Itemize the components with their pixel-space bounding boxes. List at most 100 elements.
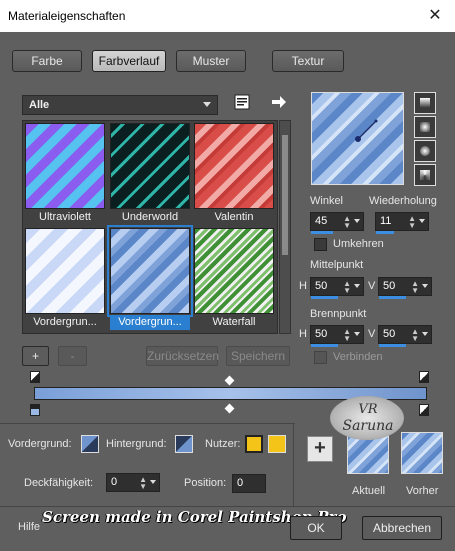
slider-fill <box>311 296 338 299</box>
arrow-right-icon[interactable] <box>271 95 287 109</box>
gradient-tile-vordergrund-2[interactable]: Vordergrun... <box>107 225 193 330</box>
save-button[interactable]: Speichern <box>226 346 290 366</box>
chevron-down-icon <box>203 102 211 107</box>
focus-v-value: 50 <box>383 328 396 340</box>
gradient-swatch <box>25 123 105 209</box>
help-button[interactable]: Hilfe <box>18 521 40 533</box>
gradient-label: Underworld <box>121 211 179 223</box>
gradient-tile-valentin[interactable]: Valentin <box>194 123 274 225</box>
current-label: Aktuell <box>352 485 386 497</box>
background-swatch[interactable] <box>175 435 193 453</box>
opacity-stop-left[interactable] <box>30 371 40 383</box>
badge-name: Saruna <box>342 418 394 434</box>
ok-button[interactable]: OK <box>290 516 342 540</box>
category-dropdown[interactable]: Alle <box>22 95 218 115</box>
chevron-down-icon[interactable] <box>150 480 156 484</box>
center-h-input[interactable]: 50 ▲ ▼ <box>310 277 364 299</box>
style-rectangular-button[interactable] <box>414 116 436 138</box>
gradient-swatch <box>107 225 193 317</box>
style-sunburst-button[interactable] <box>414 140 436 162</box>
divider <box>293 423 294 506</box>
repeat-value: 11 <box>380 215 392 227</box>
invert-checkbox[interactable] <box>314 238 327 251</box>
tab-farbverlauf[interactable]: Farbverlauf <box>92 50 166 72</box>
opacity-midpoint[interactable] <box>224 375 235 386</box>
gradient-tile-underworld[interactable]: Underworld <box>110 123 190 225</box>
tab-textur[interactable]: Textur <box>272 50 344 72</box>
background-label: Hintergrund: <box>106 438 167 450</box>
style-radial-button[interactable] <box>414 164 436 186</box>
gradient-swatch <box>194 228 274 314</box>
gradient-label: Ultraviolett <box>39 211 91 223</box>
chevron-down-icon[interactable] <box>354 219 360 223</box>
badge-initials: VR <box>358 402 378 417</box>
reset-button[interactable]: Zurücksetzen <box>146 346 219 366</box>
opacity-input[interactable]: 0 ▲ ▼ <box>106 473 160 492</box>
focus-v-input[interactable]: 50 ▲ ▼ <box>378 325 432 347</box>
add-swatch-button[interactable]: + <box>307 436 333 462</box>
chevron-down-icon[interactable] <box>354 332 360 336</box>
gradient-label: Vordergrun... <box>110 316 190 330</box>
center-h-value: 50 <box>315 280 328 292</box>
spin-arrows-icon[interactable]: ▲ ▼ <box>411 328 419 343</box>
angle-value: 45 <box>315 215 328 227</box>
cancel-button[interactable]: Abbrechen <box>362 516 442 540</box>
spin-arrows-icon[interactable]: ▲ ▼ <box>139 476 147 491</box>
gradient-label: Valentin <box>214 211 254 223</box>
position-value: 0 <box>237 477 244 489</box>
gradient-tile-vordergrund-1[interactable]: Vordergrun... <box>25 228 105 330</box>
remove-stop-button[interactable]: - <box>58 346 87 366</box>
repeat-input[interactable]: 11 ▲ ▼ <box>375 212 429 234</box>
chevron-down-icon[interactable] <box>422 332 428 336</box>
chevron-down-icon[interactable] <box>419 219 425 223</box>
chevron-down-icon[interactable] <box>354 284 360 288</box>
color-stop-right[interactable] <box>419 404 429 416</box>
slider-fill <box>376 231 394 234</box>
library-icon[interactable] <box>234 94 250 110</box>
close-icon[interactable]: ✕ <box>415 0 455 32</box>
link-checkbox[interactable] <box>314 351 327 364</box>
angle-input[interactable]: 45 ▲ ▼ <box>310 212 364 234</box>
divider <box>0 506 455 507</box>
gallery-scrollbar[interactable] <box>279 120 291 334</box>
spin-arrows-icon[interactable]: ▲ ▼ <box>343 215 351 230</box>
window-title: Materialeigenschaften <box>8 9 126 23</box>
tab-farbe[interactable]: Farbe <box>12 50 82 72</box>
opacity-label: Deckfähigkeit: <box>24 477 94 489</box>
scrollbar-thumb[interactable] <box>282 135 288 255</box>
color-midpoint[interactable] <box>224 403 235 414</box>
focus-h-value: 50 <box>315 328 328 340</box>
category-value: Alle <box>29 99 50 111</box>
focus-h-input[interactable]: 50 ▲ ▼ <box>310 325 364 347</box>
watermark-badge: VR Saruna <box>330 396 404 440</box>
previous-label: Vorher <box>406 485 439 497</box>
gradient-preview[interactable] <box>311 92 404 185</box>
foreground-label: Vordergrund: <box>8 438 72 450</box>
gradient-swatch <box>110 123 190 209</box>
color-stop-left[interactable] <box>30 404 40 416</box>
center-h-label: H <box>299 280 307 292</box>
title-bar: Materialeigenschaften ✕ <box>0 0 455 32</box>
gradient-label: Vordergrun... <box>33 316 97 328</box>
gradient-tile-waterfall[interactable]: Waterfall <box>194 228 274 330</box>
spin-arrows-icon[interactable]: ▲ ▼ <box>343 328 351 343</box>
spin-arrows-icon[interactable]: ▲ ▼ <box>343 280 351 295</box>
gradient-label: Waterfall <box>212 316 256 328</box>
slider-fill <box>379 344 406 347</box>
style-linear-button[interactable] <box>414 92 436 114</box>
spin-arrows-icon[interactable]: ▲ ▼ <box>408 215 416 230</box>
angle-handle-icon[interactable] <box>312 93 405 186</box>
add-stop-button[interactable]: + <box>22 346 49 366</box>
position-input[interactable]: 0 <box>232 474 266 493</box>
chevron-down-icon[interactable] <box>422 284 428 288</box>
tab-muster[interactable]: Muster <box>176 50 246 72</box>
foreground-swatch[interactable] <box>81 435 99 453</box>
center-v-input[interactable]: 50 ▲ ▼ <box>378 277 432 299</box>
opacity-stop-right[interactable] <box>419 371 429 383</box>
gradient-tile-ultraviolett[interactable]: Ultraviolett <box>25 123 105 225</box>
user-color-radio[interactable] <box>245 435 263 453</box>
user-color-swatch[interactable] <box>268 435 286 453</box>
previous-preview[interactable] <box>401 432 443 474</box>
spin-arrows-icon[interactable]: ▲ ▼ <box>411 280 419 295</box>
gradient-swatch <box>194 123 274 209</box>
